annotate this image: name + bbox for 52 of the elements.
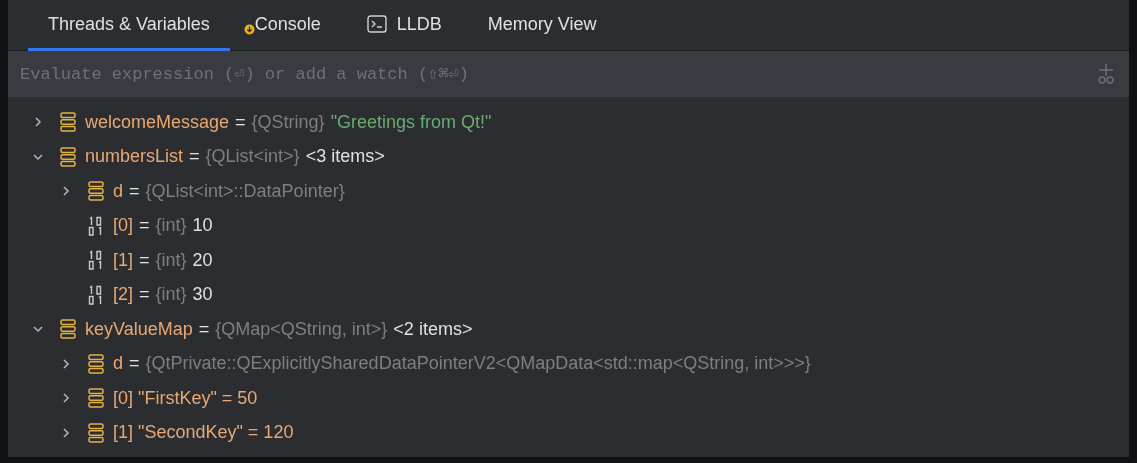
tab[interactable]: Memory View	[467, 0, 617, 51]
badge-icon	[243, 23, 255, 35]
stack-icon	[60, 112, 76, 133]
variable-value: 30	[192, 284, 213, 306]
variable-name: [1] "SecondKey" = 120	[113, 422, 294, 444]
stack-icon	[88, 388, 104, 409]
equals-sign: =	[139, 284, 150, 306]
variable-name: [2]	[113, 284, 133, 306]
variable-name: [0] "FirstKey" = 50	[113, 387, 258, 409]
expand-chevron-icon[interactable]	[60, 392, 72, 405]
equals-sign: =	[129, 353, 140, 375]
variable-value: <2 items>	[393, 318, 473, 340]
variable-type: {QList<int>::DataPointer}	[145, 180, 345, 202]
stack-icon	[88, 422, 104, 443]
stack-icon	[88, 353, 104, 374]
stack-icon	[88, 181, 104, 202]
variable-name: numbersList	[85, 146, 184, 168]
equals-sign: =	[235, 111, 246, 133]
equals-sign: =	[139, 215, 150, 237]
variable-value: 10	[192, 215, 213, 237]
equals-sign: =	[189, 146, 200, 168]
equals-sign: =	[129, 180, 140, 202]
variable-type: {int}	[155, 284, 187, 306]
stack-icon	[60, 146, 76, 167]
binary-icon	[88, 250, 104, 271]
variable-type: {int}	[155, 249, 187, 271]
stack-icon	[60, 319, 76, 340]
equals-sign: =	[139, 249, 150, 271]
variable-name: d	[113, 180, 123, 202]
expand-chevron-icon[interactable]	[32, 116, 44, 129]
variable-name: [1]	[113, 249, 133, 271]
expand-chevron-icon[interactable]	[60, 357, 72, 370]
variable-type: {QList<int>}	[205, 146, 300, 168]
tab[interactable]: Console	[235, 0, 341, 51]
variable-value: <3 items>	[305, 146, 385, 168]
variable-type: {QMap<QString, int>}	[215, 318, 388, 340]
variable-type: {QtPrivate::QExplicitlySharedDataPointerV2<QMapData<std::map<QString, int>>>}	[145, 353, 811, 375]
variable-name: keyValueMap	[85, 318, 193, 340]
variable-type: {QString}	[251, 111, 325, 133]
variable-type: {int}	[155, 215, 187, 237]
terminal-icon	[366, 15, 387, 33]
variable-name: [0]	[113, 215, 133, 237]
variable-name: d	[113, 353, 123, 375]
binary-icon	[88, 215, 104, 236]
binary-icon	[88, 284, 104, 305]
equals-sign: =	[198, 318, 210, 340]
variable-value: 20	[192, 249, 213, 271]
variable-name: welcomeMessage	[85, 111, 230, 133]
tab[interactable]: LLDB	[346, 0, 462, 51]
expand-chevron-icon[interactable]	[60, 185, 72, 198]
variable-value: "Greetings from Qt!"	[330, 111, 492, 133]
expand-chevron-icon[interactable]	[60, 426, 72, 439]
